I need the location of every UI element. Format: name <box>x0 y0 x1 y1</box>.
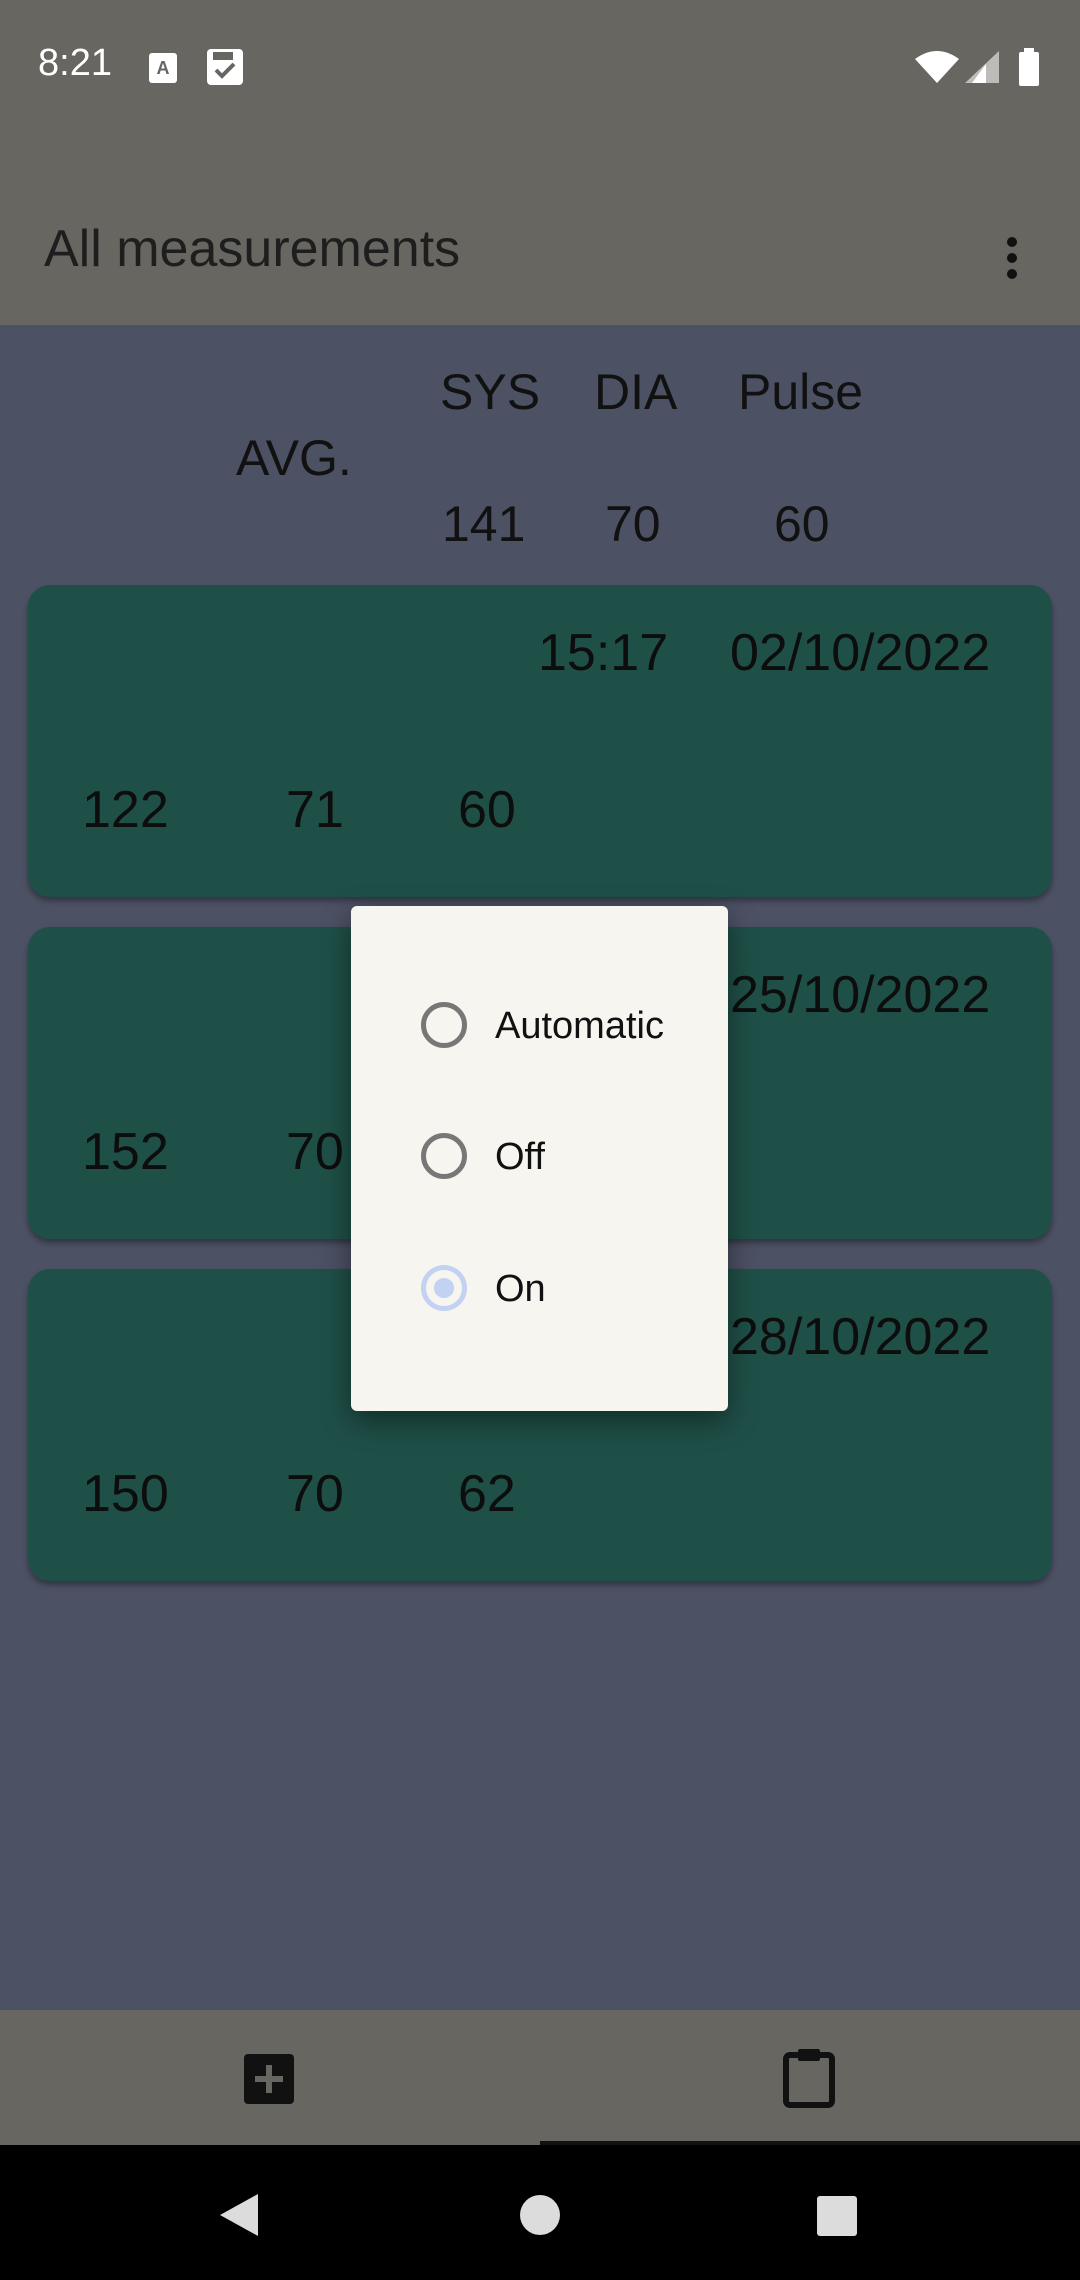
keyboard-notification-icon: A <box>149 53 177 83</box>
app-bar: All measurements <box>0 135 1080 325</box>
measurement-sys: 152 <box>82 1123 169 1181</box>
status-time: 8:21 <box>38 42 112 84</box>
cellular-signal-icon <box>965 51 999 83</box>
radio-button-on-selected[interactable] <box>421 1265 467 1311</box>
option-automatic[interactable]: Automatic <box>351 973 728 1093</box>
measurement-pulse: 62 <box>458 1465 516 1523</box>
bottom-navigation <box>0 2010 1080 2145</box>
radio-button-off[interactable] <box>421 1133 467 1179</box>
option-off-label: Off <box>495 1136 545 1178</box>
tab-add-measurement[interactable] <box>0 2010 540 2145</box>
measurement-dia: 70 <box>286 1123 344 1181</box>
measurement-date: 25/10/2022 <box>730 966 991 1024</box>
system-navigation-bar <box>0 2145 1080 2280</box>
svg-text:A: A <box>157 58 170 78</box>
overflow-menu-icon[interactable] <box>990 225 1034 291</box>
save-notification-icon <box>207 49 243 85</box>
back-icon[interactable] <box>218 2192 260 2238</box>
sys-header: SYS <box>440 364 541 420</box>
measurement-date: 02/10/2022 <box>730 624 991 682</box>
average-dia-value: 70 <box>605 496 661 552</box>
measurement-sys: 122 <box>82 781 169 839</box>
add-box-icon <box>244 2054 294 2104</box>
status-bar: 8:21 A <box>0 0 1080 135</box>
theme-choice-dialog: Automatic Off On <box>351 906 728 1411</box>
radio-button-automatic[interactable] <box>421 1002 467 1048</box>
option-on-label: On <box>495 1268 546 1310</box>
pulse-header: Pulse <box>738 364 864 420</box>
measurement-dia: 71 <box>286 781 344 839</box>
page-title: All measurements <box>44 220 461 278</box>
measurement-card[interactable]: 15:17 02/10/2022 122 71 60 <box>28 585 1052 897</box>
clipboard-icon <box>783 2049 835 2108</box>
option-on[interactable]: On <box>351 1236 728 1356</box>
option-automatic-label: Automatic <box>495 1005 664 1047</box>
average-label: AVG. <box>236 430 352 486</box>
measurement-date: 28/10/2022 <box>730 1308 991 1366</box>
measurement-dia: 70 <box>286 1465 344 1523</box>
measurement-sys: 150 <box>82 1465 169 1523</box>
dia-header: DIA <box>594 364 678 420</box>
wifi-icon <box>915 51 959 83</box>
recents-icon[interactable] <box>817 2196 857 2236</box>
measurement-pulse: 60 <box>458 781 516 839</box>
average-sys-value: 141 <box>442 496 526 552</box>
average-pulse-value: 60 <box>774 496 830 552</box>
option-off[interactable]: Off <box>351 1104 728 1224</box>
measurement-time: 15:17 <box>538 624 669 682</box>
battery-icon <box>1019 48 1039 86</box>
tab-measurements-list[interactable] <box>540 2010 1080 2145</box>
home-icon[interactable] <box>519 2194 561 2236</box>
